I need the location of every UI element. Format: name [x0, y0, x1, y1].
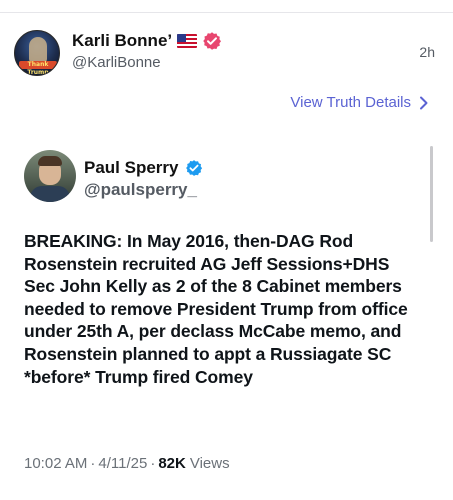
top-divider — [0, 12, 453, 13]
verified-badge-icon — [185, 160, 202, 176]
us-flag-icon — [177, 34, 198, 48]
quoted-post-card[interactable]: Paul Sperry @paulsperry_ BREAKING: In Ma… — [0, 130, 453, 500]
post-timestamp: 2h — [419, 44, 435, 60]
avatar-shirt — [30, 186, 70, 202]
chevron-right-icon — [420, 96, 428, 109]
avatar-hair — [38, 156, 62, 166]
views-label: Views — [189, 455, 230, 472]
scrollbar[interactable] — [430, 146, 433, 242]
author-handle[interactable]: @KarliBonne — [72, 54, 161, 71]
quoted-post-text: BREAKING: In May 2016, then-DAG Rod Rose… — [24, 231, 408, 387]
quoted-post-meta: 10:02 AM · 4/11/25 · 82K Views — [24, 455, 230, 472]
avatar-logo-text: Thank Trump — [19, 61, 57, 75]
author-name-row: Karli Bonne’ — [72, 30, 222, 52]
meta-separator: · — [90, 455, 96, 472]
views-count: 82K — [158, 455, 186, 472]
verified-badge-icon — [203, 32, 222, 50]
quoted-author-handle[interactable]: @paulsperry_ — [84, 180, 197, 200]
author-avatar[interactable]: Thank Trump — [14, 30, 60, 76]
author-name[interactable]: Karli Bonne’ — [72, 31, 172, 51]
quoted-post-time: 10:02 AM — [24, 455, 88, 472]
view-truth-details-link[interactable]: View Truth Details — [290, 94, 429, 111]
quoted-post-date: 4/11/25 — [98, 455, 148, 472]
avatar-figure — [29, 37, 47, 63]
quoted-author-avatar[interactable] — [24, 150, 76, 202]
view-truth-details-label: View Truth Details — [290, 94, 411, 111]
meta-separator: · — [150, 455, 156, 472]
quoted-name-row: Paul Sperry — [84, 158, 203, 178]
quoted-author-name[interactable]: Paul Sperry — [84, 158, 179, 178]
